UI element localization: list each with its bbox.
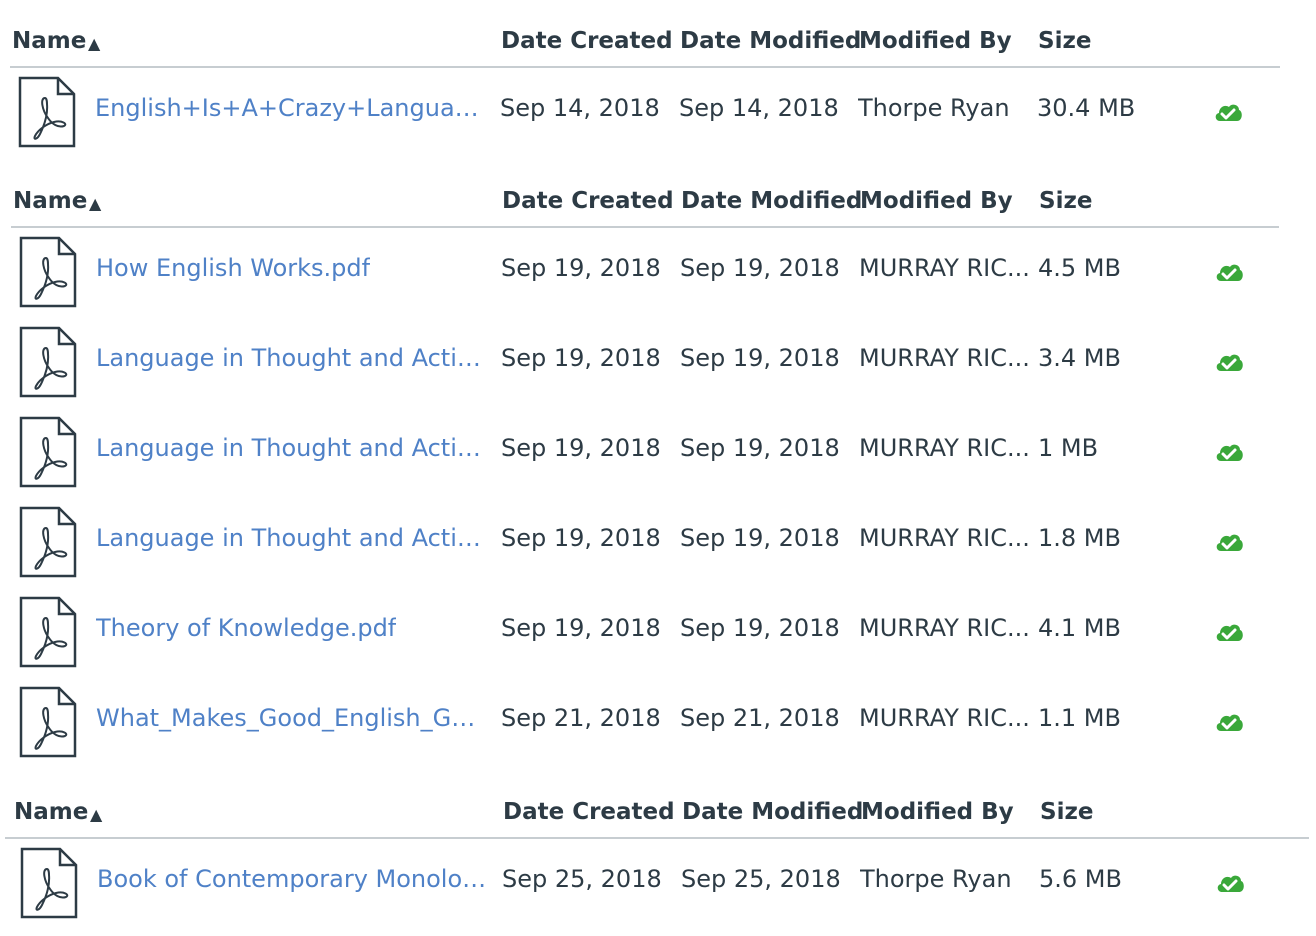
- modified-by: Thorpe Ryan: [858, 94, 1010, 122]
- file-group-3: Name ▲ Date Created Date Modified Modifi…: [5, 781, 1309, 931]
- column-header-date-created[interactable]: Date Created: [501, 28, 673, 54]
- column-header-date-modified[interactable]: Date Modified: [681, 188, 862, 214]
- date-modified: Sep 25, 2018: [681, 865, 841, 893]
- file-size: 4.5 MB: [1038, 254, 1121, 282]
- pdf-file-icon: [19, 506, 77, 578]
- sort-ascending-icon[interactable]: ▲: [89, 194, 101, 213]
- column-header-name[interactable]: Name: [13, 188, 87, 214]
- column-header-size[interactable]: Size: [1038, 28, 1091, 54]
- cloud-check-icon[interactable]: [1213, 99, 1243, 123]
- pdf-file-icon: [19, 326, 77, 398]
- pdf-file-icon: [18, 76, 76, 148]
- file-row[interactable]: Language in Thought and Action... Sep 19…: [11, 406, 1279, 496]
- column-header-modified-by[interactable]: Modified By: [859, 28, 1012, 54]
- date-created: Sep 25, 2018: [502, 865, 662, 893]
- date-modified: Sep 19, 2018: [680, 344, 840, 372]
- modified-by: Thorpe Ryan: [860, 865, 1012, 893]
- file-group-2: Name ▲ Date Created Date Modified Modifi…: [11, 170, 1279, 770]
- file-size: 1.8 MB: [1038, 524, 1121, 552]
- modified-by: MURRAY RIC...: [859, 524, 1030, 552]
- pdf-file-icon: [19, 236, 77, 308]
- column-header-row: Name ▲ Date Created Date Modified Modifi…: [10, 10, 1280, 68]
- date-created: Sep 19, 2018: [501, 614, 661, 642]
- file-name-link[interactable]: Theory of Knowledge.pdf: [96, 614, 396, 642]
- date-modified: Sep 19, 2018: [680, 614, 840, 642]
- pdf-file-icon: [19, 596, 77, 668]
- file-name-link[interactable]: Language in Thought and Action...: [96, 344, 488, 372]
- file-name-link[interactable]: English+Is+A+Crazy+Language+...: [95, 94, 487, 122]
- date-modified: Sep 21, 2018: [680, 704, 840, 732]
- modified-by: MURRAY RIC...: [859, 254, 1030, 282]
- date-modified: Sep 19, 2018: [680, 254, 840, 282]
- file-name-link[interactable]: Book of Contemporary Monolog...: [97, 865, 489, 893]
- cloud-check-icon[interactable]: [1214, 439, 1244, 463]
- file-name-link[interactable]: What_Makes_Good_English_Go...: [96, 704, 488, 732]
- column-header-row: Name ▲ Date Created Date Modified Modifi…: [11, 170, 1279, 228]
- modified-by: MURRAY RIC...: [859, 434, 1030, 462]
- column-header-date-modified[interactable]: Date Modified: [682, 799, 863, 825]
- cloud-check-icon[interactable]: [1214, 529, 1244, 553]
- column-header-name[interactable]: Name: [14, 799, 88, 825]
- file-row[interactable]: What_Makes_Good_English_Go... Sep 21, 20…: [11, 676, 1279, 766]
- cloud-check-icon[interactable]: [1214, 709, 1244, 733]
- date-created: Sep 19, 2018: [501, 434, 661, 462]
- column-header-row: Name ▲ Date Created Date Modified Modifi…: [5, 781, 1309, 839]
- date-created: Sep 19, 2018: [501, 344, 661, 372]
- file-row[interactable]: Language in Thought and Action... Sep 19…: [11, 496, 1279, 586]
- file-size: 1 MB: [1038, 434, 1099, 462]
- file-row[interactable]: Book of Contemporary Monolog... Sep 25, …: [5, 837, 1309, 927]
- modified-by: MURRAY RIC...: [859, 704, 1030, 732]
- file-size: 30.4 MB: [1037, 94, 1136, 122]
- file-group-1: Name ▲ Date Created Date Modified Modifi…: [10, 10, 1280, 160]
- column-header-size[interactable]: Size: [1039, 188, 1092, 214]
- sort-ascending-icon[interactable]: ▲: [88, 34, 100, 53]
- file-size: 1.1 MB: [1038, 704, 1121, 732]
- date-created: Sep 19, 2018: [501, 524, 661, 552]
- pdf-file-icon: [19, 416, 77, 488]
- file-size: 5.6 MB: [1039, 865, 1122, 893]
- cloud-check-icon[interactable]: [1215, 870, 1245, 894]
- file-name-link[interactable]: How English Works.pdf: [96, 254, 370, 282]
- file-row[interactable]: How English Works.pdf Sep 19, 2018 Sep 1…: [11, 226, 1279, 316]
- column-header-date-modified[interactable]: Date Modified: [680, 28, 861, 54]
- modified-by: MURRAY RIC...: [859, 614, 1030, 642]
- pdf-file-icon: [20, 847, 78, 919]
- column-header-modified-by[interactable]: Modified By: [861, 799, 1014, 825]
- cloud-check-icon[interactable]: [1214, 619, 1244, 643]
- cloud-check-icon[interactable]: [1214, 349, 1244, 373]
- sort-ascending-icon[interactable]: ▲: [90, 805, 102, 824]
- column-header-name[interactable]: Name: [12, 28, 86, 54]
- column-header-date-created[interactable]: Date Created: [502, 188, 674, 214]
- file-row[interactable]: Theory of Knowledge.pdf Sep 19, 2018 Sep…: [11, 586, 1279, 676]
- date-modified: Sep 19, 2018: [680, 434, 840, 462]
- file-size: 3.4 MB: [1038, 344, 1121, 372]
- file-name-link[interactable]: Language in Thought and Action...: [96, 434, 488, 462]
- date-modified: Sep 19, 2018: [680, 524, 840, 552]
- file-name-link[interactable]: Language in Thought and Action...: [96, 524, 488, 552]
- date-created: Sep 21, 2018: [501, 704, 661, 732]
- file-row[interactable]: Language in Thought and Action... Sep 19…: [11, 316, 1279, 406]
- column-header-date-created[interactable]: Date Created: [503, 799, 675, 825]
- date-created: Sep 19, 2018: [501, 254, 661, 282]
- date-created: Sep 14, 2018: [500, 94, 660, 122]
- pdf-file-icon: [19, 686, 77, 758]
- cloud-check-icon[interactable]: [1214, 259, 1244, 283]
- file-row[interactable]: English+Is+A+Crazy+Language+... Sep 14, …: [10, 66, 1280, 156]
- date-modified: Sep 14, 2018: [679, 94, 839, 122]
- column-header-size[interactable]: Size: [1040, 799, 1093, 825]
- modified-by: MURRAY RIC...: [859, 344, 1030, 372]
- column-header-modified-by[interactable]: Modified By: [860, 188, 1013, 214]
- file-size: 4.1 MB: [1038, 614, 1121, 642]
